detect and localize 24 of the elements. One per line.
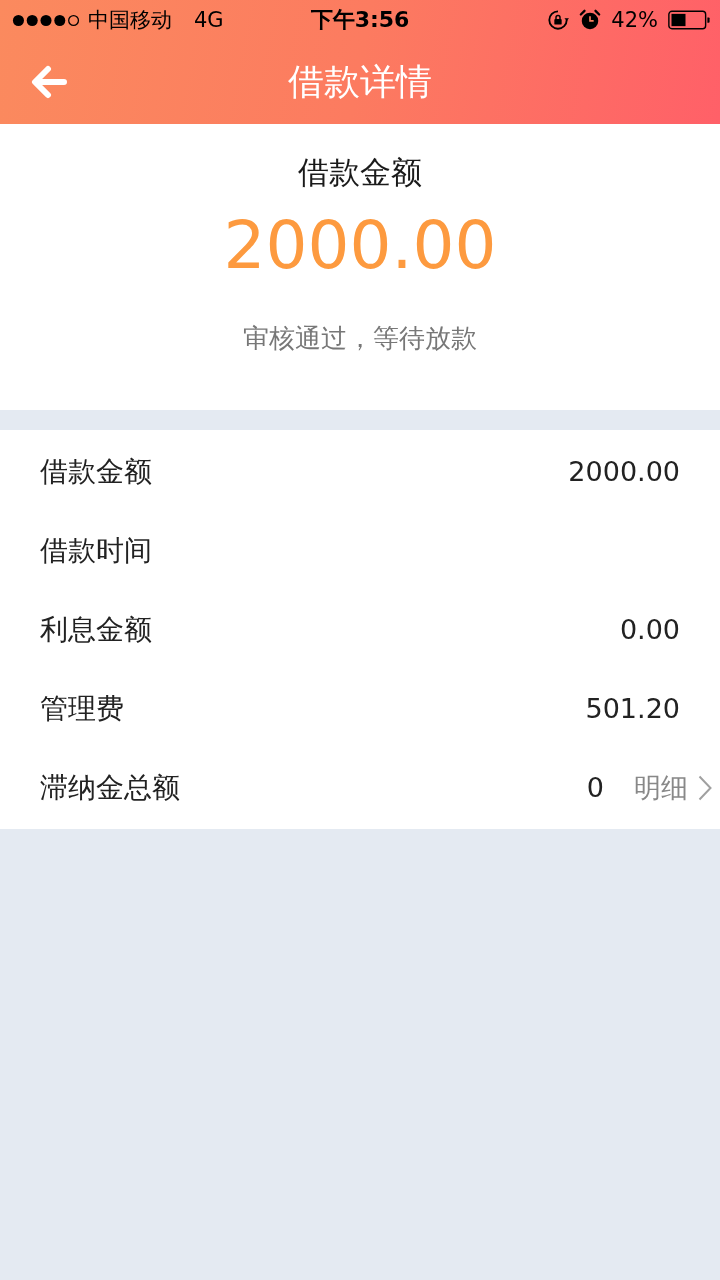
loan-amount: 2000.00 xyxy=(223,206,497,286)
detail-label: 管理费 xyxy=(40,690,124,727)
detail-value: 0 xyxy=(586,772,604,803)
detail-label: 借款金额 xyxy=(40,453,152,490)
back-arrow-icon xyxy=(30,65,68,99)
alarm-clock-icon xyxy=(579,9,602,31)
detail-label: 利息金额 xyxy=(40,611,152,648)
detail-value: 0.00 xyxy=(619,614,680,645)
network-type: 4G xyxy=(194,8,224,32)
rotation-lock-icon xyxy=(547,9,570,31)
details-link[interactable]: 明细 xyxy=(634,769,688,806)
detail-label: 滞纳金总额 xyxy=(40,769,180,806)
detail-value: 501.20 xyxy=(585,693,680,724)
page-title: 借款详情 xyxy=(288,59,432,104)
summary-label: 借款金额 xyxy=(298,153,422,192)
signal-strength-icon xyxy=(12,13,80,27)
carrier-name: 中国移动 xyxy=(88,7,172,34)
status-time: 下午3:56 xyxy=(310,6,410,34)
battery-icon xyxy=(668,10,710,30)
detail-label: 借款时间 xyxy=(40,532,152,569)
detail-value: 2000.00 xyxy=(568,456,680,487)
battery-percentage: 42% xyxy=(611,8,658,32)
chevron-right-icon[interactable] xyxy=(698,774,712,801)
loan-status: 审核通过，等待放款 xyxy=(243,322,477,355)
